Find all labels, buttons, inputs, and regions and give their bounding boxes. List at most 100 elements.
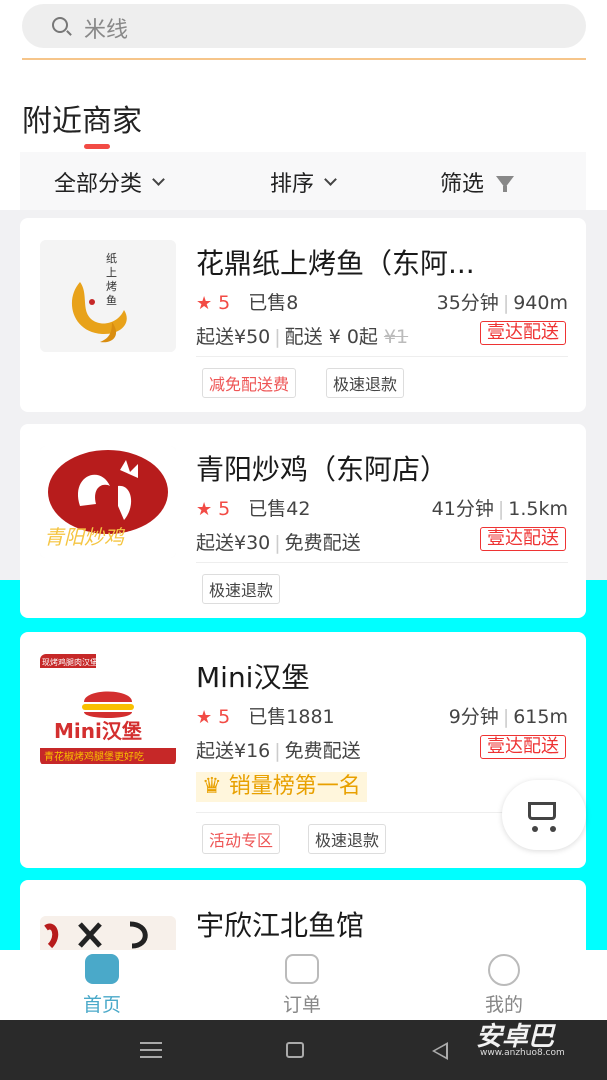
chevron-down-icon: [152, 172, 165, 186]
store-tag: 活动专区: [202, 824, 281, 854]
store-card[interactable]: 青阳炒鸡 青阳炒鸡（东阿店） ★ 5 已售42 41分钟 | 1.5km 起送¥30 |…: [20, 424, 586, 618]
store-min-order: 起送¥16: [196, 740, 271, 762]
store-time: 41分钟: [431, 498, 494, 520]
store-logo-bottom: 青花椒烤鸡腿堡更好吃: [44, 750, 144, 763]
store-original-fee: ¥1: [383, 326, 409, 348]
store-rating: 5: [218, 498, 231, 520]
store-stats: ★ 5 已售1881 9分钟 | 615m: [196, 702, 568, 729]
screen-filter-label: 筛选: [440, 172, 485, 197]
store-min-order: 起送¥30: [196, 532, 271, 554]
store-rating: 5: [218, 292, 231, 314]
star-icon: ★: [196, 293, 213, 314]
svg-text:纸: 纸: [106, 252, 117, 265]
menu-icon[interactable]: [140, 1042, 162, 1058]
orders-icon: [285, 954, 319, 984]
store-min-order: 起送¥50: [196, 326, 271, 348]
category-filter[interactable]: 全部分类: [54, 166, 165, 198]
store-distance: 1.5km: [508, 498, 568, 520]
store-delivery-fee: 配送 ¥ 0起: [284, 326, 378, 348]
home-square-icon[interactable]: [286, 1042, 304, 1058]
store-card[interactable]: 宇欣江北鱼馆: [20, 880, 586, 950]
screen-filter[interactable]: 筛选: [440, 166, 515, 198]
store-sold: 已售8: [248, 292, 299, 314]
store-delivery-fee: 免费配送: [284, 532, 361, 554]
store-sold: 已售42: [248, 498, 311, 520]
store-time: 9分钟: [448, 706, 499, 728]
store-delivery-fee: 免费配送: [284, 740, 361, 762]
search-bar[interactable]: 米线: [22, 4, 586, 48]
section-title-underline: [84, 144, 110, 149]
divider: [22, 58, 586, 60]
store-logo-top: 现烤鸡腿肉汉堡: [42, 657, 98, 667]
nav-label: 订单: [282, 994, 321, 1016]
cart-wheel: [550, 826, 556, 832]
delivery-badge: 壹达配送: [480, 321, 566, 345]
sort-filter[interactable]: 排序: [270, 166, 337, 198]
store-tag: 减免配送费: [202, 368, 297, 398]
home-icon: [85, 954, 119, 984]
nav-label: 首页: [82, 994, 121, 1016]
nav-item-orders[interactable]: 订单: [242, 954, 362, 1017]
category-filter-label: 全部分类: [54, 172, 143, 197]
store-distance: 615m: [513, 706, 568, 728]
store-eta: 9分钟 | 615m: [449, 702, 568, 729]
store-logo: 纸 上 烤 鱼: [40, 240, 176, 352]
cart-wheel: [532, 826, 538, 832]
divider: [196, 562, 568, 563]
store-name: 花鼎纸上烤鱼（东阿...: [196, 247, 475, 280]
search-placeholder[interactable]: 米线: [84, 12, 128, 44]
bottom-nav: 首页 订单 我的: [0, 950, 607, 1020]
store-rating: 5: [218, 706, 231, 728]
store-stats: ★ 5 已售8 35分钟 | 940m: [196, 288, 568, 315]
search-icon: [52, 17, 68, 33]
store-name: Mini汉堡: [196, 661, 310, 694]
store-eta: 41分钟 | 1.5km: [432, 494, 568, 521]
svg-text:上: 上: [106, 266, 117, 279]
svg-text:鱼: 鱼: [106, 293, 117, 307]
back-icon[interactable]: [432, 1042, 448, 1060]
store-tag: 极速退款: [326, 368, 405, 398]
separator: |: [274, 326, 281, 348]
store-eta: 35分钟 | 940m: [437, 288, 568, 315]
store-stats: ★ 5 已售42 41分钟 | 1.5km: [196, 494, 568, 521]
filter-bar: 全部分类 排序 筛选: [20, 152, 586, 210]
store-name: 宇欣江北鱼馆: [196, 909, 365, 942]
watermark-url: www.anzhuo8.com: [480, 1048, 565, 1058]
nav-item-home[interactable]: 首页: [42, 954, 162, 1017]
sort-filter-label: 排序: [270, 172, 315, 197]
star-icon: ★: [196, 499, 213, 520]
store-card[interactable]: 现烤鸡腿肉汉堡 Mini汉堡 青花椒烤鸡腿堡更好吃 Mini汉堡 ★ 5 已售18…: [20, 632, 586, 868]
nav-item-profile[interactable]: 我的: [444, 954, 564, 1017]
sales-rank-badge: ♛ 销量榜第一名: [196, 772, 367, 802]
separator: |: [274, 532, 281, 554]
store-name: 青阳炒鸡（东阿店）: [196, 453, 449, 486]
store-logo: 青阳炒鸡: [40, 446, 176, 558]
store-sold: 已售1881: [248, 706, 335, 728]
svg-text:烤: 烤: [106, 279, 117, 293]
store-time: 35分钟: [436, 292, 499, 314]
separator: |: [502, 706, 510, 728]
section-title: 附近商家: [22, 104, 142, 139]
star-icon: ★: [196, 707, 213, 728]
funnel-icon: [496, 176, 515, 192]
cart-icon: [528, 802, 556, 820]
store-card[interactable]: 纸 上 烤 鱼 花鼎纸上烤鱼（东阿... ★ 5 已售8 35分钟 | 940m 起送…: [20, 218, 586, 412]
profile-icon: [488, 954, 520, 986]
separator: |: [502, 292, 510, 314]
delivery-badge: 壹达配送: [480, 527, 566, 551]
chevron-down-icon: [324, 172, 337, 186]
separator: |: [274, 740, 281, 762]
separator: |: [497, 498, 505, 520]
delivery-badge: 壹达配送: [480, 735, 566, 759]
sales-rank-text: 销量榜第一名: [228, 774, 361, 799]
store-logo-text: 青阳炒鸡: [44, 525, 126, 549]
nav-label: 我的: [484, 994, 523, 1016]
divider: [196, 356, 568, 357]
store-tag: 极速退款: [308, 824, 387, 854]
crown-icon: ♛: [202, 774, 222, 799]
store-logo-text: Mini汉堡: [54, 719, 142, 743]
store-distance: 940m: [513, 292, 568, 314]
cart-button[interactable]: [502, 780, 586, 850]
store-tag: 极速退款: [202, 574, 281, 604]
store-logo: [40, 916, 176, 950]
